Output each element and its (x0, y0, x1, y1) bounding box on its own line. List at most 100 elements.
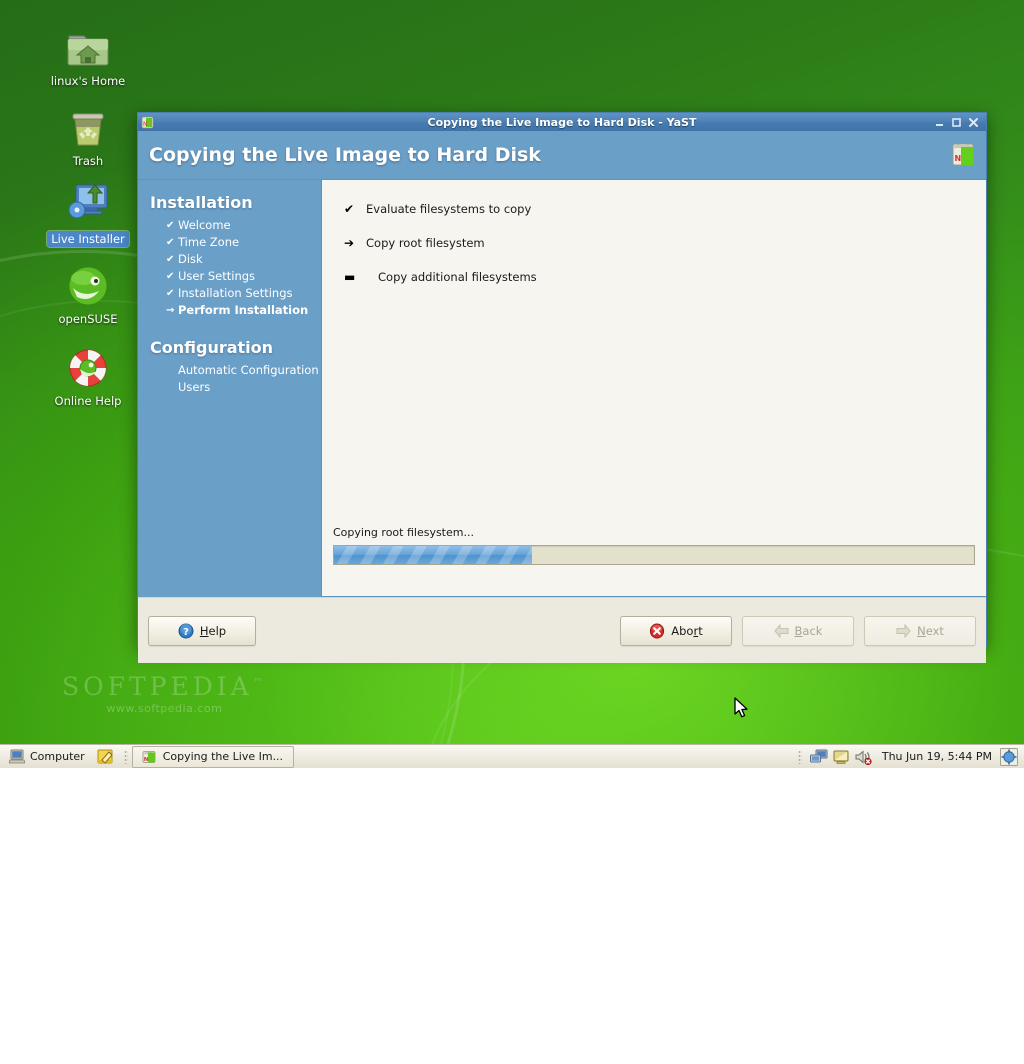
abort-post: t (698, 623, 703, 638)
online-help-icon (33, 340, 143, 390)
volume-muted-icon[interactable] (854, 749, 874, 765)
task-list: ✔ Evaluate filesystems to copy ➔ Copy ro… (344, 202, 970, 284)
live-installer-icon (33, 178, 143, 228)
back-button[interactable]: Back (742, 615, 854, 646)
window-title: Copying the Live Image to Hard Disk - Ya… (427, 115, 697, 129)
opensuse-icon (33, 258, 143, 308)
progress-bar (333, 545, 975, 565)
desktop-icon-online-help[interactable]: Online Help (33, 340, 143, 409)
sidebar-step-perform-installation: → Perform Installation (166, 302, 321, 319)
taskbar-task-yast[interactable]: N Copying the Live Im... (131, 745, 294, 768)
svg-text:?: ? (183, 627, 189, 638)
system-tray[interactable]: Thu Jun 19, 5:44 PM (794, 747, 1021, 766)
watermark-tm: ™ (252, 677, 267, 689)
step-check-icon: ✔ (166, 288, 175, 299)
taskbar-computer-button[interactable]: Computer (3, 747, 91, 767)
task-dash-icon: ▬ (344, 270, 356, 284)
desktop-icon-label: Live Installer (47, 231, 129, 247)
back-rest: ack (802, 623, 823, 638)
step-label: Users (178, 380, 211, 394)
sidebar-step-automatic-configuration: Automatic Configuration (166, 362, 321, 379)
network-icon[interactable] (809, 749, 828, 765)
sidebar-step-installation-settings: ✔ Installation Settings (166, 285, 321, 302)
help-rest: elp (208, 623, 227, 638)
yast-icon: N (141, 116, 154, 128)
abort-button-label: Abort (671, 624, 702, 638)
desktop-icon-label: Online Help (54, 394, 122, 408)
task-check-icon: ✔ (344, 202, 355, 216)
step-arrow-icon: → (166, 305, 175, 316)
back-arrow-icon (773, 623, 789, 638)
trash-icon (33, 100, 143, 150)
watermark-url: www.softpedia.com (106, 702, 223, 715)
step-label: Disk (178, 252, 203, 266)
installation-step-list: ✔ Welcome ✔ Time Zone ✔ Disk ✔ User Sett… (150, 217, 321, 319)
abort-pre: Abo (671, 623, 694, 638)
step-label: Time Zone (178, 235, 240, 249)
desktop-icon-live-installer[interactable]: Live Installer (33, 178, 143, 247)
window-titlebar[interactable]: N Copying the Live Image to Hard Disk - … (138, 113, 986, 131)
desktop-icon-trash[interactable]: Trash (33, 100, 143, 169)
sidebar-heading-installation: Installation (150, 193, 253, 212)
sidebar-step-disk: ✔ Disk (166, 251, 321, 268)
svg-text:N: N (143, 121, 148, 128)
tray-grip[interactable] (797, 749, 802, 764)
display-icon[interactable] (832, 749, 850, 765)
help-accel: H (199, 623, 209, 638)
desktop-pager-icon[interactable] (1000, 747, 1018, 766)
page-title: Copying the Live Image to Hard Disk (149, 144, 541, 166)
progress-status-label: Copying root filesystem... (333, 526, 474, 539)
help-icon: ? (178, 623, 194, 638)
step-check-icon: ✔ (166, 237, 175, 248)
abort-icon (650, 623, 665, 638)
window-banner: Copying the Live Image to Hard Disk N (138, 131, 986, 180)
task-label: Copy additional filesystems (378, 270, 537, 284)
next-button-label: Next (917, 624, 944, 638)
sidebar-step-welcome: ✔ Welcome (166, 217, 321, 234)
installer-content-panel: ✔ Evaluate filesystems to copy ➔ Copy ro… (321, 180, 986, 597)
sidebar-step-user-settings: ✔ User Settings (166, 268, 321, 285)
taskbar[interactable]: Computer N Copying the Live Im... Thu Ju… (0, 744, 1024, 768)
task-copy-additional-filesystems: ▬ Copy additional filesystems (344, 270, 970, 284)
next-rest: ext (925, 623, 944, 638)
step-label: Automatic Configuration (178, 363, 319, 377)
taskbar-grip[interactable] (123, 749, 128, 764)
notes-icon (97, 749, 113, 764)
taskbar-notes-button[interactable] (91, 747, 120, 767)
desktop-icon-home[interactable]: linux's Home (33, 20, 143, 89)
home-folder-icon (33, 20, 143, 70)
softpedia-watermark: SOFTPEDIA™ www.softpedia.com (62, 672, 267, 715)
next-button[interactable]: Next (864, 615, 976, 646)
abort-button[interactable]: Abort (620, 615, 732, 646)
maximize-icon[interactable] (951, 117, 962, 128)
watermark-brand: SOFTPEDIA (62, 672, 253, 701)
step-label: Perform Installation (178, 303, 309, 317)
desktop[interactable]: linux's Home Trash Live Installer openSU… (0, 0, 1024, 1064)
back-button-label: Back (795, 624, 823, 638)
minimize-icon[interactable] (934, 117, 945, 128)
step-check-icon: ✔ (166, 220, 175, 231)
help-button-label: Help (200, 624, 226, 638)
svg-text:N: N (143, 757, 148, 763)
close-icon[interactable] (968, 117, 979, 128)
progress-bar-fill (334, 546, 533, 564)
step-check-icon: ✔ (166, 271, 175, 282)
task-arrow-icon: ➔ (344, 236, 355, 250)
task-label: Evaluate filesystems to copy (366, 202, 532, 216)
task-copy-root-filesystem: ➔ Copy root filesystem (344, 236, 970, 250)
configuration-step-list: Automatic Configuration Users (150, 362, 321, 396)
desktop-icon-label: openSUSE (58, 312, 118, 326)
desktop-icon-opensuse[interactable]: openSUSE (33, 258, 143, 327)
step-label: User Settings (178, 269, 256, 283)
window-button-bar: ? Help Abort Back Next (138, 597, 986, 663)
desktop-icon-label: linux's Home (50, 74, 126, 88)
yast-installer-window[interactable]: N Copying the Live Image to Hard Disk - … (137, 112, 987, 663)
taskbar-clock[interactable]: Thu Jun 19, 5:44 PM (878, 750, 996, 763)
sidebar-step-users: Users (166, 379, 321, 396)
sidebar-step-time-zone: ✔ Time Zone (166, 234, 321, 251)
step-check-icon: ✔ (166, 254, 175, 265)
svg-text:N: N (955, 154, 962, 163)
help-button[interactable]: ? Help (148, 615, 256, 646)
taskbar-computer-label: Computer (30, 750, 85, 763)
sidebar-heading-configuration: Configuration (150, 338, 274, 357)
